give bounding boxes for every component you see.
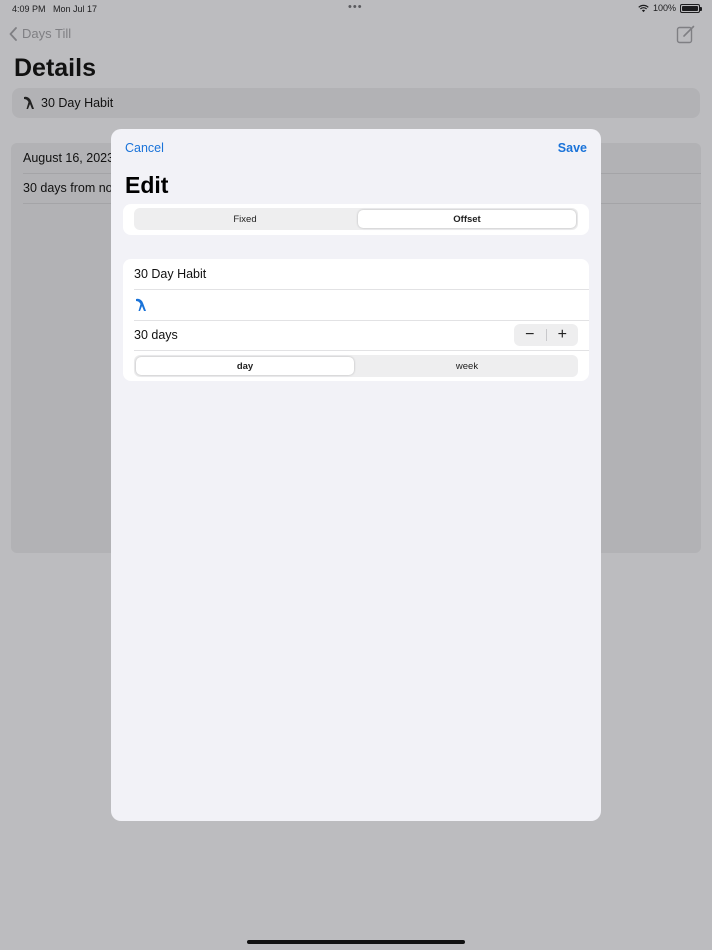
bird-icon bbox=[24, 96, 34, 109]
mode-segmented-control[interactable]: Fixed Offset bbox=[134, 208, 578, 230]
segment-offset[interactable]: Offset bbox=[358, 210, 576, 228]
sheet-title: Edit bbox=[125, 172, 169, 198]
habit-name: 30 Day Habit bbox=[41, 96, 114, 110]
multitasking-dots-icon[interactable]: ••• bbox=[348, 1, 363, 13]
page-title: Details bbox=[14, 54, 96, 82]
status-time: 4:09 PM bbox=[12, 4, 46, 14]
back-button[interactable]: Days Till bbox=[9, 26, 71, 41]
home-indicator[interactable] bbox=[247, 940, 465, 944]
battery-icon bbox=[680, 3, 702, 13]
date-row: August 16, 2023 bbox=[23, 151, 115, 165]
save-button[interactable]: Save bbox=[558, 141, 587, 155]
decrement-button[interactable]: − bbox=[514, 324, 546, 346]
duration-stepper[interactable]: − + bbox=[514, 324, 578, 346]
back-button-label: Days Till bbox=[22, 26, 72, 41]
icon-row[interactable] bbox=[123, 290, 589, 320]
name-field[interactable]: 30 Day Habit bbox=[134, 267, 206, 281]
segment-day[interactable]: day bbox=[136, 357, 354, 375]
duration-label: 30 days bbox=[134, 328, 178, 342]
habit-card[interactable]: 30 Day Habit bbox=[12, 88, 700, 118]
wifi-icon bbox=[638, 4, 649, 12]
bird-icon[interactable] bbox=[134, 297, 147, 313]
chevron-left-icon bbox=[9, 26, 17, 41]
segment-fixed[interactable]: Fixed bbox=[136, 210, 354, 228]
offset-row: 30 days from now bbox=[23, 181, 122, 195]
status-bar: 4:09 PM Mon Jul 17 ••• 100% bbox=[0, 0, 712, 18]
duration-row: 30 days − + bbox=[123, 320, 589, 350]
battery-percent: 100% bbox=[652, 3, 676, 13]
mode-group: Fixed Offset bbox=[123, 204, 589, 235]
increment-button[interactable]: + bbox=[547, 324, 579, 346]
edit-sheet: Cancel Save Edit Fixed Offset 30 Day Hab… bbox=[111, 129, 601, 821]
compose-icon[interactable] bbox=[676, 24, 696, 44]
name-row[interactable]: 30 Day Habit bbox=[123, 259, 589, 289]
unit-segmented-control[interactable]: day week bbox=[134, 355, 578, 377]
cancel-button[interactable]: Cancel bbox=[125, 141, 164, 155]
segment-week[interactable]: week bbox=[358, 357, 576, 375]
form-group: 30 Day Habit 30 days − + day week bbox=[123, 259, 589, 381]
status-date: Mon Jul 17 bbox=[53, 4, 98, 14]
